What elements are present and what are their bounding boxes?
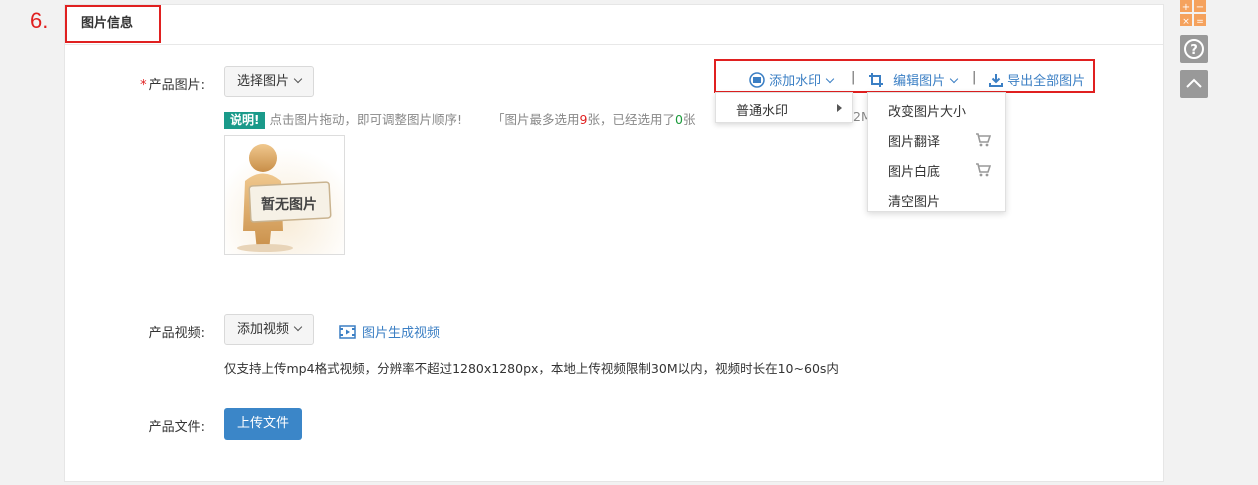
image-info-panel: 图片信息 * 产品图片: 选择图片 说明! 点击图片拖动，即可调整图片顺序! 「图片最…	[64, 4, 1164, 482]
question-icon: ?	[1184, 39, 1204, 59]
add-video-label: 添加视频	[237, 322, 290, 337]
tip-limit-prefix: 「图片最多选用	[492, 112, 580, 127]
tip-text: 点击图片拖动，即可调整图片顺序!	[269, 112, 462, 127]
select-image-label: 选择图片	[237, 74, 290, 89]
svg-text:×: ×	[1182, 17, 1190, 27]
chevron-down-icon	[949, 74, 959, 84]
add-watermark-button[interactable]: 添加水印	[749, 70, 835, 89]
required-mark: *	[140, 78, 147, 93]
step-number: 6.	[30, 8, 49, 33]
upload-file-button[interactable]: 上传文件	[224, 408, 303, 440]
select-image-button[interactable]: 选择图片	[224, 66, 315, 97]
chevron-down-icon	[825, 74, 835, 84]
product-image-label-text: 产品图片:	[148, 78, 205, 93]
help-button[interactable]: ?	[1180, 35, 1208, 63]
edit-menu-item-translate[interactable]: 图片翻译	[888, 131, 940, 150]
image-toolbar: 添加水印 | 编辑图片 | 导出全部图片	[714, 59, 1095, 93]
film-icon	[339, 325, 356, 339]
tip-badge: 说明!	[224, 112, 266, 129]
no-image-placeholder[interactable]: 暂无图片	[224, 135, 345, 255]
caret-right-icon	[837, 104, 842, 112]
watermark-dropdown: 普通水印	[715, 92, 853, 123]
watermark-icon	[749, 72, 765, 88]
toolbar-separator: |	[851, 70, 856, 85]
edit-image-dropdown: 改变图片大小 图片翻译 图片白底 清空图片	[867, 92, 1006, 212]
tip-limit-mid: 张，已经选用了	[587, 112, 675, 127]
svg-text:=: =	[1196, 17, 1204, 27]
edit-menu-item-white-bg[interactable]: 图片白底	[888, 161, 940, 180]
product-image-label: * 产品图片:	[125, 74, 205, 93]
chevron-up-icon	[1186, 78, 1202, 88]
cart-icon	[976, 133, 991, 147]
images-to-video-link[interactable]: 图片生成视频	[339, 322, 440, 341]
svg-text:−: −	[1196, 2, 1204, 13]
download-icon	[989, 74, 1003, 87]
images-to-video-label: 图片生成视频	[362, 326, 441, 341]
image-tip: 说明! 点击图片拖动，即可调整图片顺序! 「图片最多选用9张，已经选用了0张	[224, 109, 695, 129]
toolbar-separator: |	[972, 70, 977, 85]
add-video-button[interactable]: 添加视频	[224, 314, 315, 345]
svg-text:?: ?	[1190, 43, 1198, 58]
placeholder-text: 暂无图片	[261, 197, 317, 213]
video-note: 仅支持上传mp4格式视频，分辨率不超过1280x1280px，本地上传视频限制3…	[224, 361, 839, 376]
edit-menu-item-clear[interactable]: 清空图片	[888, 191, 940, 210]
tip-limit-suffix: 张	[682, 112, 696, 127]
panel-header: 图片信息	[65, 5, 1163, 45]
export-all-images-button[interactable]: 导出全部图片	[989, 70, 1085, 89]
chevron-down-icon	[293, 74, 303, 84]
calculator-icon[interactable]: + − × =	[1179, 0, 1209, 28]
edit-menu-item-resize[interactable]: 改变图片大小	[888, 101, 966, 120]
crop-icon	[869, 73, 883, 87]
svg-text:+: +	[1182, 2, 1190, 13]
chevron-down-icon	[293, 322, 303, 332]
tip-limit-used: 0	[674, 112, 683, 127]
edit-image-button[interactable]: 编辑图片	[868, 70, 959, 89]
product-video-label: 产品视频:	[148, 326, 205, 341]
export-all-images-label: 导出全部图片	[1007, 74, 1086, 89]
section-title: 图片信息	[65, 5, 161, 43]
edit-image-label: 编辑图片	[893, 74, 946, 89]
cart-icon	[976, 163, 991, 177]
back-to-top-button[interactable]	[1180, 70, 1208, 98]
watermark-menu-item-normal[interactable]: 普通水印	[736, 100, 788, 119]
add-watermark-label: 添加水印	[769, 74, 822, 89]
product-file-label: 产品文件:	[148, 420, 205, 435]
